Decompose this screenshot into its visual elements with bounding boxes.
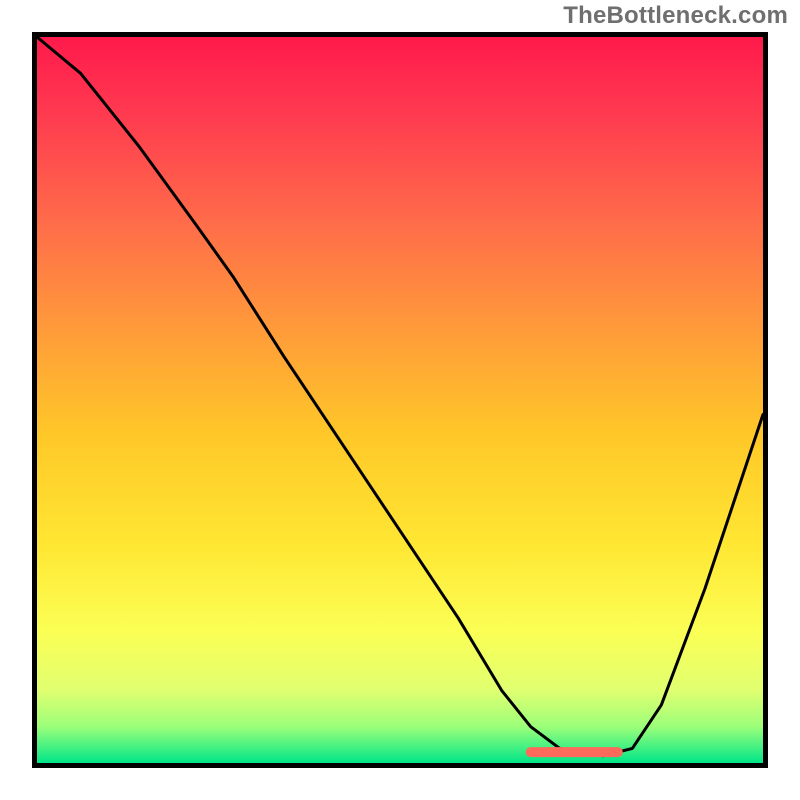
watermark-text: TheBottleneck.com (563, 2, 788, 30)
stage: TheBottleneck.com (0, 0, 800, 800)
chart-svg (32, 32, 768, 768)
chart-background (37, 37, 763, 763)
plot-area (32, 32, 768, 768)
